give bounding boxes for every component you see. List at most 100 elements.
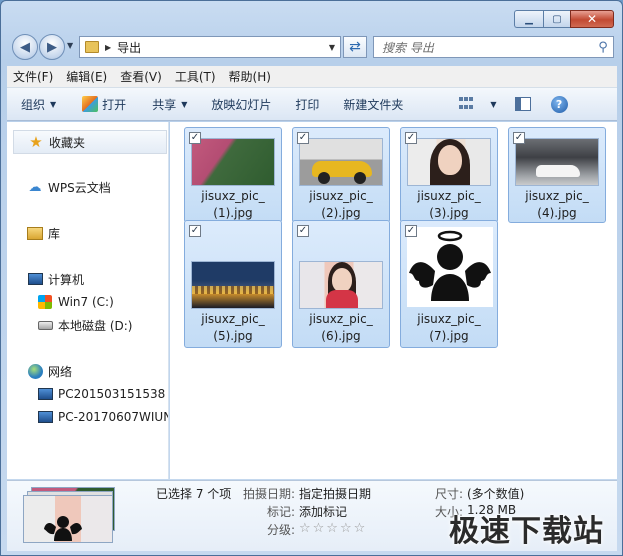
nav-favorites[interactable]: ★ 收藏夹 bbox=[13, 130, 167, 154]
nav-pc2-label: PC-20170607WIUN bbox=[58, 410, 169, 424]
file-tile[interactable]: ✓ jisuxz_pic_ (1).jpg bbox=[184, 127, 282, 223]
nav-network-label: 网络 bbox=[48, 364, 73, 379]
file-tile[interactable]: ✓ jisuxz_pic_ (7).jpg bbox=[400, 220, 498, 348]
view-options-dropdown[interactable]: ▼ bbox=[481, 88, 500, 120]
nav-pc2[interactable]: PC-20170607WIUN bbox=[37, 407, 169, 427]
refresh-button[interactable]: ⇄ bbox=[343, 36, 367, 58]
watermark-text: 极速下载站 bbox=[449, 514, 604, 549]
select-checkbox[interactable]: ✓ bbox=[297, 225, 309, 237]
angel-icon-thumbnail bbox=[407, 227, 493, 307]
organize-label: 组织 bbox=[21, 97, 46, 112]
open-button[interactable]: 打开 bbox=[76, 88, 132, 120]
nav-drive-c[interactable]: Win7 (C:) bbox=[37, 292, 114, 312]
refresh-icon: ⇄ bbox=[349, 39, 361, 55]
nav-network[interactable]: 网络 bbox=[27, 361, 72, 381]
help-icon: ? bbox=[550, 95, 568, 113]
open-app-icon bbox=[82, 96, 99, 112]
organize-dropdown-icon: ▼ bbox=[50, 99, 57, 109]
nav-libraries-label: 库 bbox=[48, 226, 61, 241]
cloud-icon: ☁ bbox=[28, 179, 42, 195]
maximize-button[interactable]: ▢ bbox=[543, 10, 570, 28]
file-tile[interactable]: ✓ jisuxz_pic_ (3).jpg bbox=[400, 127, 498, 223]
selection-thumbnail-stack bbox=[23, 487, 123, 543]
share-button[interactable]: 共享 ▼ bbox=[146, 88, 193, 120]
print-button[interactable]: 打印 bbox=[289, 88, 325, 120]
select-checkbox[interactable]: ✓ bbox=[405, 132, 417, 144]
menu-tools[interactable]: 工具(T) bbox=[169, 68, 222, 85]
menu-help[interactable]: 帮助(H) bbox=[223, 68, 277, 85]
computer-icon bbox=[27, 271, 43, 287]
file-name: jisuxz_pic_ (5).jpg bbox=[201, 312, 265, 343]
forward-button[interactable]: ▶ bbox=[39, 34, 65, 60]
image-thumbnail bbox=[515, 138, 599, 186]
select-checkbox[interactable]: ✓ bbox=[405, 225, 417, 237]
file-tile[interactable]: ✓ jisuxz_pic_ (6).jpg bbox=[292, 220, 390, 348]
help-button[interactable]: ? bbox=[545, 88, 574, 120]
explorer-window: ▁ ▢ ✕ ◀ ▶ ▼ ▶ 导出 ▼ ⇄ 搜索 导出 ⚲ 文件(F) 编辑(E)… bbox=[0, 0, 623, 556]
select-checkbox[interactable]: ✓ bbox=[513, 132, 525, 144]
new-folder-label: 新建文件夹 bbox=[343, 97, 404, 112]
nav-drive-c-label: Win7 (C:) bbox=[58, 295, 114, 309]
recent-pages-dropdown[interactable]: ▼ bbox=[67, 41, 73, 50]
close-button[interactable]: ✕ bbox=[570, 10, 614, 28]
select-checkbox[interactable]: ✓ bbox=[189, 225, 201, 237]
network-computer-icon bbox=[37, 409, 53, 425]
image-thumbnail bbox=[299, 261, 383, 309]
date-taken-value[interactable]: 指定拍摄日期 bbox=[299, 485, 371, 502]
view-grid-icon bbox=[459, 97, 475, 111]
tags-label: 标记: bbox=[266, 505, 295, 519]
minimize-button[interactable]: ▁ bbox=[514, 10, 543, 28]
angel-icon bbox=[44, 516, 82, 541]
date-taken-label: 拍摄日期: bbox=[242, 487, 295, 501]
view-dropdown-icon: ▼ bbox=[490, 99, 497, 109]
back-button[interactable]: ◀ bbox=[12, 34, 38, 60]
image-thumbnail bbox=[191, 261, 275, 309]
address-bar[interactable]: ▶ 导出 ▼ bbox=[79, 36, 341, 58]
command-bar: 组织 ▼ 打开 共享 ▼ 放映幻灯片 打印 新建文件夹 ▼ ? bbox=[7, 88, 617, 121]
new-folder-button[interactable]: 新建文件夹 bbox=[337, 88, 409, 120]
search-input[interactable]: 搜索 导出 bbox=[382, 39, 593, 56]
nav-drive-d-label: 本地磁盘 (D:) bbox=[58, 318, 133, 333]
navigation-pane: ★ 收藏夹 ☁ WPS云文档 库 计算机 Win7 (C:) 本地磁盘 (D:)… bbox=[7, 122, 169, 479]
rating-label: 分级: bbox=[266, 523, 295, 537]
nav-wps-cloud[interactable]: ☁ WPS云文档 bbox=[27, 177, 111, 197]
menu-view[interactable]: 查看(V) bbox=[114, 68, 168, 85]
nav-pc1[interactable]: PC201503151538 bbox=[37, 384, 165, 404]
breadcrumb-separator-icon[interactable]: ▶ bbox=[105, 43, 111, 52]
file-name: jisuxz_pic_ (7).jpg bbox=[417, 312, 481, 343]
search-icon[interactable]: ⚲ bbox=[593, 40, 613, 55]
slideshow-button[interactable]: 放映幻灯片 bbox=[205, 88, 277, 120]
preview-pane-icon bbox=[514, 97, 531, 111]
nav-libraries[interactable]: 库 bbox=[27, 223, 60, 243]
nav-computer-label: 计算机 bbox=[48, 272, 85, 287]
star-icon: ★ bbox=[29, 133, 43, 151]
change-view-button[interactable] bbox=[453, 88, 481, 120]
search-box[interactable]: 搜索 导出 ⚲ bbox=[373, 36, 614, 58]
breadcrumb-current-folder[interactable]: 导出 bbox=[117, 39, 324, 56]
select-checkbox[interactable]: ✓ bbox=[189, 132, 201, 144]
select-checkbox[interactable]: ✓ bbox=[297, 132, 309, 144]
nav-computer[interactable]: 计算机 bbox=[27, 269, 84, 289]
open-label: 打开 bbox=[102, 97, 127, 112]
address-history-dropdown[interactable]: ▼ bbox=[324, 43, 340, 52]
tags-value[interactable]: 添加标记 bbox=[299, 503, 347, 520]
image-thumbnail bbox=[407, 138, 491, 186]
image-thumbnail bbox=[299, 138, 383, 186]
menu-file[interactable]: 文件(F) bbox=[7, 68, 59, 85]
image-thumbnail bbox=[191, 138, 275, 186]
print-label: 打印 bbox=[295, 97, 320, 112]
file-tile[interactable]: ✓ jisuxz_pic_ (4).jpg bbox=[508, 127, 606, 223]
rating-stars[interactable]: ☆☆☆☆☆ bbox=[299, 521, 367, 536]
selection-count: 已选择 7 个项 bbox=[156, 487, 232, 501]
organize-button[interactable]: 组织 ▼ bbox=[7, 88, 62, 120]
file-tile[interactable]: ✓ jisuxz_pic_ (5).jpg bbox=[184, 220, 282, 348]
preview-pane-button[interactable] bbox=[509, 88, 537, 120]
hard-drive-icon bbox=[37, 317, 53, 333]
file-name: jisuxz_pic_ (4).jpg bbox=[525, 189, 589, 220]
dimensions-value: (多个数值) bbox=[467, 487, 525, 501]
nav-drive-d[interactable]: 本地磁盘 (D:) bbox=[37, 315, 132, 335]
menu-edit[interactable]: 编辑(E) bbox=[60, 68, 113, 85]
file-tile[interactable]: ✓ jisuxz_pic_ (2).jpg bbox=[292, 127, 390, 223]
slideshow-label: 放映幻灯片 bbox=[211, 97, 272, 112]
network-computer-icon bbox=[37, 386, 53, 402]
